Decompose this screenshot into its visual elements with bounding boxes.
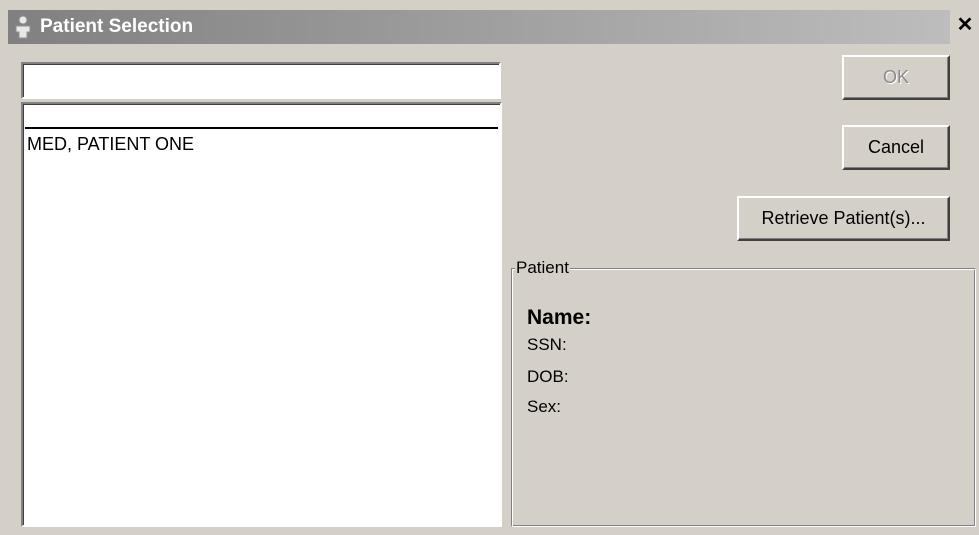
name-label: Name: bbox=[527, 306, 592, 329]
list-item[interactable]: MED, PATIENT ONE bbox=[27, 133, 194, 155]
person-icon bbox=[13, 15, 33, 39]
retrieve-patients-button[interactable]: Retrieve Patient(s)... bbox=[737, 196, 950, 241]
list-header-divider bbox=[25, 127, 498, 129]
patient-selection-dialog: Patient Selection ✕ MED, PATIENT ONE OK … bbox=[0, 0, 979, 535]
patient-search-input[interactable] bbox=[21, 62, 501, 99]
ssn-label: SSN: bbox=[527, 335, 567, 354]
dob-label: DOB: bbox=[527, 367, 569, 386]
patient-group-label: Patient bbox=[515, 257, 570, 279]
ok-button[interactable]: OK bbox=[842, 55, 950, 100]
window-title: Patient Selection bbox=[40, 16, 194, 37]
close-icon: ✕ bbox=[956, 14, 974, 36]
title-bar[interactable]: Patient Selection ✕ bbox=[0, 0, 979, 55]
close-button[interactable]: ✕ bbox=[954, 14, 976, 36]
cancel-button[interactable]: Cancel bbox=[842, 125, 950, 170]
patient-list[interactable]: MED, PATIENT ONE bbox=[21, 102, 502, 527]
sex-label: Sex: bbox=[527, 397, 562, 416]
